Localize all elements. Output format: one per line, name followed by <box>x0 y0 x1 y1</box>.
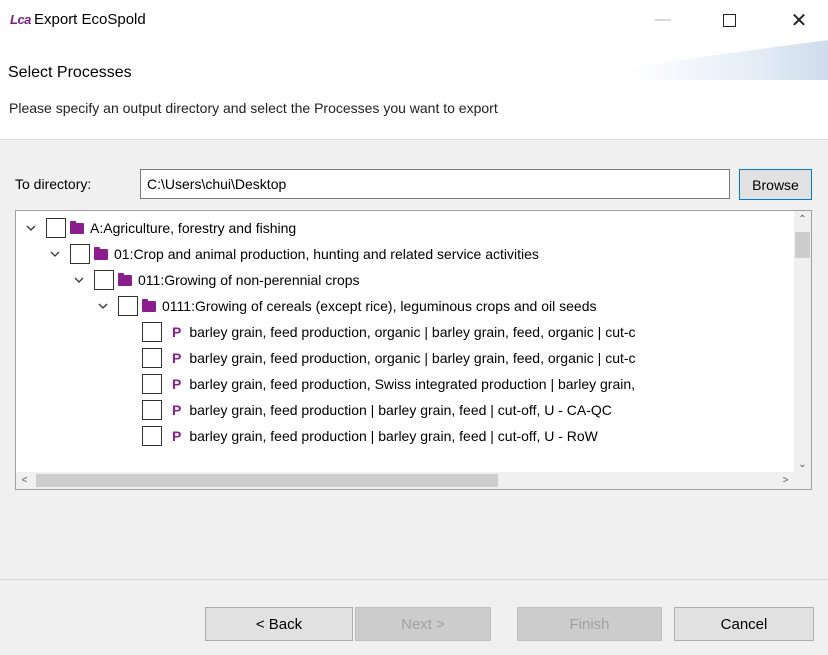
tree-item-label: A:Agriculture, forestry and fishing <box>90 220 297 236</box>
chevron-down-icon[interactable] <box>96 299 110 313</box>
tree-folder-row[interactable]: A:Agriculture, forestry and fishing <box>24 215 296 241</box>
title-bar: Lca Export EcoSpold — ✕ <box>0 0 828 40</box>
tree-checkbox[interactable] <box>142 426 162 446</box>
close-icon: ✕ <box>790 9 808 32</box>
minimize-button[interactable]: — <box>640 0 686 40</box>
page-title: Select Processes <box>8 64 132 81</box>
openlca-app-icon: Lca <box>10 12 31 27</box>
chevron-down-icon[interactable] <box>24 221 38 235</box>
process-icon: P <box>172 324 182 340</box>
window-title: Export EcoSpold <box>34 11 146 28</box>
minimize-icon: — <box>655 11 671 28</box>
tree-checkbox[interactable] <box>142 322 162 342</box>
chevron-down-icon[interactable] <box>48 247 62 261</box>
tree-folder-row[interactable]: 011:Growing of non-perennial crops <box>72 267 360 293</box>
browse-button[interactable]: Browse <box>739 169 812 200</box>
scrollbar-corner <box>794 472 811 489</box>
process-icon: P <box>172 350 182 366</box>
tree-checkbox[interactable] <box>118 296 138 316</box>
tree-checkbox[interactable] <box>46 218 66 238</box>
footer-divider <box>0 579 828 580</box>
chevron-down-icon[interactable] <box>72 273 86 287</box>
horizontal-scroll-thumb[interactable] <box>36 474 498 487</box>
vertical-scroll-thumb[interactable] <box>795 232 810 258</box>
maximize-button[interactable] <box>706 0 752 40</box>
tree-checkbox[interactable] <box>142 400 162 420</box>
tree-item-label: barley grain, feed production, organic |… <box>189 350 636 366</box>
process-icon: P <box>172 402 182 418</box>
scroll-left-icon[interactable]: < <box>16 472 33 489</box>
directory-input[interactable]: C:\Users\chui\Desktop <box>140 169 730 199</box>
tree-checkbox[interactable] <box>70 244 90 264</box>
tree-item-label: barley grain, feed production, Swiss int… <box>189 376 636 392</box>
next-button[interactable]: Next > <box>355 607 491 641</box>
directory-label: To directory: <box>15 176 92 192</box>
scroll-right-icon[interactable]: > <box>777 472 794 489</box>
tree-process-row[interactable]: Pbarley grain, feed production, organic … <box>142 345 636 371</box>
tree-item-label: 01:Crop and animal production, hunting a… <box>114 246 539 262</box>
tree-process-row[interactable]: Pbarley grain, feed production, organic … <box>142 319 636 345</box>
back-button[interactable]: < Back <box>205 607 353 641</box>
finish-button[interactable]: Finish <box>517 607 662 641</box>
tree-item-label: 0111:Growing of cereals (except rice), l… <box>162 298 597 314</box>
maximize-icon <box>722 13 736 27</box>
tree-process-row[interactable]: Pbarley grain, feed production | barley … <box>142 423 598 449</box>
page-description: Please specify an output directory and s… <box>9 100 498 116</box>
tree-item-label: barley grain, feed production, organic |… <box>189 324 636 340</box>
tree-item-label: 011:Growing of non-perennial crops <box>138 272 360 288</box>
close-button[interactable]: ✕ <box>776 0 822 40</box>
process-icon: P <box>172 376 182 392</box>
tree-process-row[interactable]: Pbarley grain, feed production | barley … <box>142 397 612 423</box>
folder-icon <box>94 246 108 260</box>
wizard-header: Select Processes Please specify an outpu… <box>0 40 828 140</box>
tree-process-row[interactable]: Pbarley grain, feed production, Swiss in… <box>142 371 635 397</box>
folder-icon <box>70 220 84 234</box>
tree-checkbox[interactable] <box>142 348 162 368</box>
cancel-button[interactable]: Cancel <box>674 607 814 641</box>
vertical-scrollbar[interactable]: ⌃ ⌄ <box>794 211 811 473</box>
scroll-up-icon[interactable]: ⌃ <box>794 211 811 228</box>
process-tree[interactable]: A:Agriculture, forestry and fishing 01:Cr… <box>15 210 812 490</box>
header-decoration <box>628 40 828 80</box>
tree-item-label: barley grain, feed production | barley g… <box>189 402 612 418</box>
tree-checkbox[interactable] <box>94 270 114 290</box>
horizontal-scrollbar[interactable]: < > <box>16 472 811 489</box>
tree-checkbox[interactable] <box>142 374 162 394</box>
folder-icon <box>142 298 156 312</box>
process-icon: P <box>172 428 182 444</box>
tree-item-label: barley grain, feed production | barley g… <box>189 428 598 444</box>
tree-folder-row[interactable]: 01:Crop and animal production, hunting a… <box>48 241 539 267</box>
tree-folder-row[interactable]: 0111:Growing of cereals (except rice), l… <box>96 293 596 319</box>
folder-icon <box>118 272 132 286</box>
scroll-down-icon[interactable]: ⌄ <box>794 456 811 473</box>
